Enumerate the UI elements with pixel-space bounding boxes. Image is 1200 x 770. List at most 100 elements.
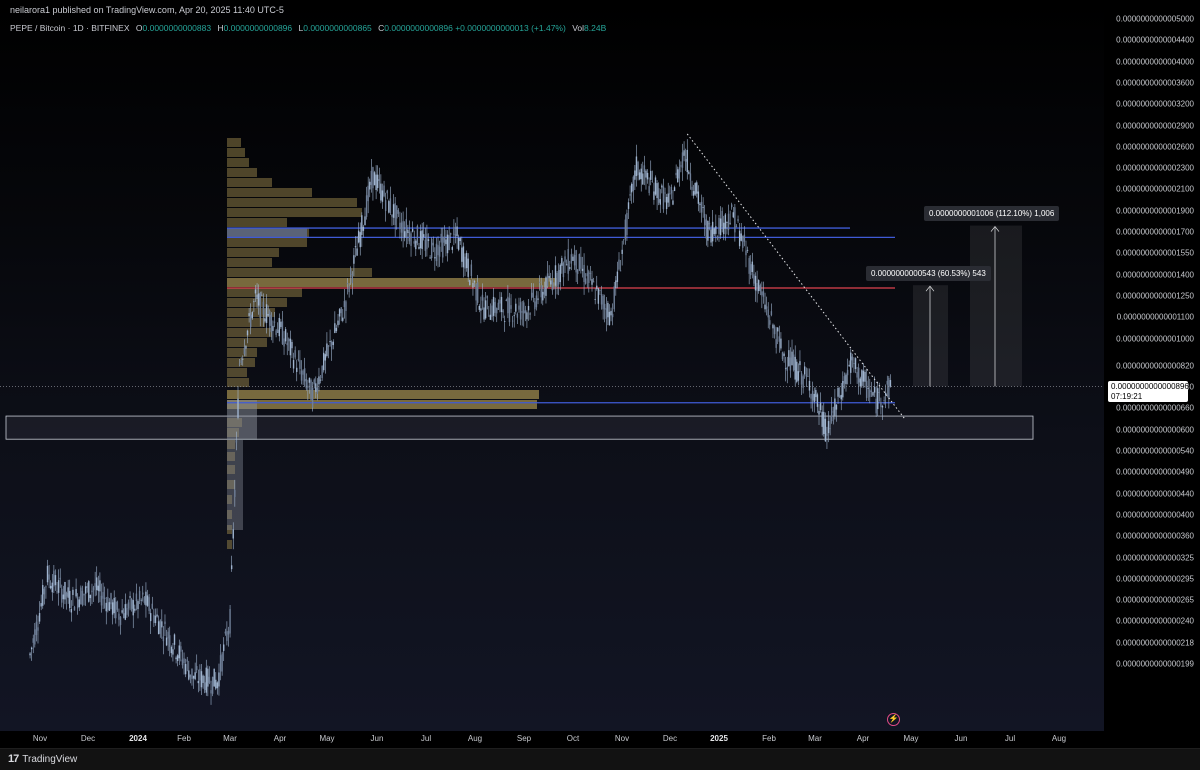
candle-body xyxy=(832,411,834,413)
candle-body xyxy=(783,353,785,356)
candle-body xyxy=(272,325,274,331)
chart-pane[interactable]: neilarora1 published on TradingView.com,… xyxy=(0,0,1104,731)
candle-body xyxy=(64,581,66,600)
candle-body xyxy=(248,313,250,316)
measure-label-short[interactable]: 0.0000000000543 (60.53%) 543 xyxy=(866,266,991,281)
publish-info: neilarora1 published on TradingView.com,… xyxy=(10,5,284,15)
candle-body xyxy=(545,277,547,296)
candle-body xyxy=(540,285,542,298)
candle-body xyxy=(797,371,800,381)
candle-body xyxy=(103,597,106,600)
candle-body xyxy=(43,588,46,595)
candle-body xyxy=(767,309,769,318)
candle-body xyxy=(175,657,177,660)
candle-body xyxy=(580,256,582,269)
candle-body xyxy=(808,380,811,391)
candle-body xyxy=(230,565,233,570)
candle-body xyxy=(332,341,334,346)
time-tick-label: Aug xyxy=(1051,734,1067,743)
price-axis[interactable]: 0.0000000000005000 0.0000000000004400 0.00… xyxy=(1104,0,1200,731)
candle-body xyxy=(475,284,477,301)
candle-body xyxy=(572,256,574,261)
candle-body xyxy=(556,272,558,287)
candle-body xyxy=(100,595,103,606)
candle-body xyxy=(407,229,409,234)
candle-body xyxy=(180,646,182,652)
candle-body xyxy=(537,298,539,300)
candle-body xyxy=(81,590,84,605)
candle-body xyxy=(573,255,576,266)
candle-body xyxy=(42,585,44,606)
candle-body xyxy=(764,304,766,310)
candle-body xyxy=(343,300,346,308)
candle-body xyxy=(353,255,355,264)
candle-body xyxy=(586,273,588,277)
candle-body xyxy=(164,621,166,624)
candle-body xyxy=(581,268,584,271)
candle-body xyxy=(564,256,566,263)
chart-canvas[interactable] xyxy=(0,0,1104,731)
candle-body xyxy=(348,286,350,293)
candle-body xyxy=(467,258,469,277)
volume-profile-bar xyxy=(227,238,307,247)
candle-body xyxy=(715,226,717,234)
candle-body xyxy=(115,601,117,619)
price-tick-label: 0.0000000000000600 xyxy=(1116,425,1194,435)
candle-body xyxy=(710,229,712,243)
time-tick-label: Dec xyxy=(662,734,678,743)
price-tick-label: 0.0000000000001100 xyxy=(1116,312,1194,322)
candle-body xyxy=(753,274,755,284)
candle-body xyxy=(670,186,673,194)
flash-icon[interactable]: ⚡ xyxy=(887,713,900,726)
candle-body xyxy=(724,214,727,229)
candle-body xyxy=(113,597,115,614)
candle-body xyxy=(57,580,60,593)
candle-body xyxy=(319,379,322,381)
time-axis[interactable]: Nov Dec 2024 Feb Mar Apr May Jun Jul Aug Sep Oct Nov… xyxy=(0,731,1104,748)
candle-body xyxy=(686,149,688,173)
candle-body xyxy=(173,634,176,645)
candle-body xyxy=(359,232,361,248)
candle-body xyxy=(264,318,266,322)
candle-body xyxy=(389,198,392,214)
candle-body xyxy=(129,596,131,598)
candle-body xyxy=(716,237,719,239)
candle-body xyxy=(35,621,38,636)
measure-label-long[interactable]: 0.0000000001006 (112.10%) 1,006 xyxy=(924,206,1060,221)
volume-profile-bar xyxy=(227,198,357,207)
candle-body xyxy=(99,580,101,592)
price-tick-label: 0.0000000000001900 xyxy=(1116,206,1194,216)
candle-body xyxy=(505,299,507,302)
volume-profile-bar xyxy=(227,148,245,157)
candle-body xyxy=(707,220,709,241)
candle-body xyxy=(127,602,130,609)
candle-body xyxy=(383,185,385,197)
candle-body xyxy=(373,172,376,186)
candle-body xyxy=(462,246,465,268)
tradingview-mark-icon: 17 xyxy=(8,753,19,765)
price-tick-label: 0.0000000000000199 xyxy=(1116,659,1194,669)
tradingview-logo[interactable]: 17 TradingView xyxy=(8,753,77,765)
candle-body xyxy=(453,226,455,236)
symbol-title[interactable]: PEPE / Bitcoin · 1D · BITFINEX xyxy=(10,23,130,33)
candle-body xyxy=(178,645,180,659)
candle-body xyxy=(523,302,525,314)
volume-profile-bar xyxy=(227,328,272,337)
candle-body xyxy=(786,366,788,371)
candle-body xyxy=(831,407,833,422)
volume-profile-bar xyxy=(227,390,539,399)
candle-body xyxy=(45,586,47,588)
price-tick-label: 0.0000000000001250 xyxy=(1116,291,1194,301)
candle-body xyxy=(208,676,211,683)
candle-body xyxy=(118,613,120,620)
candle-body xyxy=(261,294,263,296)
time-tick-label: Oct xyxy=(566,734,580,743)
candle-body xyxy=(677,169,679,183)
candle-body xyxy=(791,351,793,366)
time-tick-label: Apr xyxy=(856,734,870,743)
candle-body xyxy=(621,249,623,254)
candle-body xyxy=(167,631,169,639)
candle-body xyxy=(794,356,796,380)
candle-body xyxy=(870,390,873,393)
time-tick-label: Sep xyxy=(516,734,532,743)
